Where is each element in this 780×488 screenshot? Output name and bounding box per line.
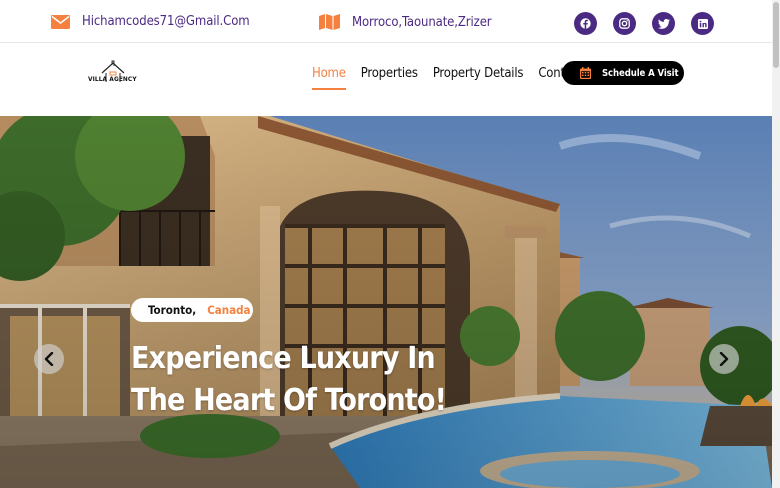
- instagram-link[interactable]: [613, 12, 636, 35]
- social-links: [574, 12, 714, 35]
- email-text: Hichamcodes71@Gmail.Com: [82, 14, 250, 29]
- nav-property-details[interactable]: Property Details: [433, 66, 524, 81]
- instagram-icon: [619, 18, 630, 29]
- hero-background-image: [0, 116, 772, 488]
- map-icon: [319, 14, 340, 30]
- nav-home[interactable]: Home: [312, 66, 346, 90]
- schedule-visit-label: Schedule A Visit: [602, 67, 679, 79]
- calendar-icon: [580, 67, 591, 79]
- hero-heading-line-2: The Heart Of Toronto!: [131, 383, 447, 418]
- address-text: Morroco,Taounate,Zrizer: [352, 14, 492, 30]
- facebook-icon: [580, 18, 591, 29]
- chevron-left-icon: [44, 352, 54, 366]
- page-scrollbar[interactable]: [772, 0, 780, 488]
- main-header: VILLA AGENCY Home Properties Property De…: [0, 43, 772, 115]
- main-nav: Home Properties Property Details Contact: [312, 66, 583, 90]
- scrollbar-thumb[interactable]: [773, 2, 779, 68]
- linkedin-icon: [697, 18, 708, 29]
- location-country: Canada: [207, 303, 251, 317]
- location-city: Toronto,: [148, 303, 197, 317]
- villa-agency-logo[interactable]: [88, 53, 138, 89]
- chevron-right-icon: [719, 352, 729, 366]
- slider-prev-button[interactable]: [34, 344, 64, 374]
- location-badge: Toronto, Canada: [131, 298, 253, 322]
- twitter-icon: [657, 18, 670, 29]
- twitter-link[interactable]: [652, 12, 675, 35]
- envelope-icon: [51, 14, 70, 29]
- hero-heading: Experience Luxury In The Heart Of Toront…: [131, 338, 447, 422]
- hero-slider: Toronto, Canada Experience Luxury In The…: [0, 116, 772, 488]
- address-contact: Morroco,Taounate,Zrizer: [319, 14, 492, 30]
- linkedin-link[interactable]: [691, 12, 714, 35]
- email-contact[interactable]: Hichamcodes71@Gmail.Com: [51, 14, 250, 29]
- slider-next-button[interactable]: [709, 344, 739, 374]
- top-info-bar: Hichamcodes71@Gmail.Com Morroco,Taounate…: [0, 0, 772, 43]
- schedule-visit-button[interactable]: Schedule A Visit: [562, 61, 684, 85]
- logo-text: VILLA AGENCY: [88, 75, 137, 83]
- nav-properties[interactable]: Properties: [361, 66, 418, 81]
- facebook-link[interactable]: [574, 12, 597, 35]
- hero-heading-line-1: Experience Luxury In: [131, 341, 436, 376]
